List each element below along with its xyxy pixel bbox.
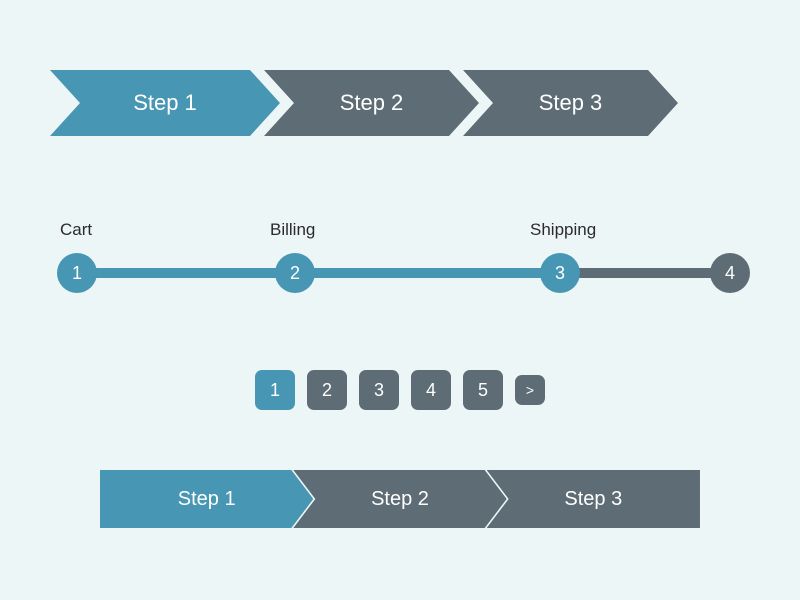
dot-node-1[interactable]: 1	[57, 253, 97, 293]
page-label: 1	[270, 380, 280, 401]
page-label: 4	[426, 380, 436, 401]
chevron-step-3[interactable]: Step 3	[463, 70, 678, 136]
bar-step-1[interactable]: Step 1	[100, 470, 313, 528]
pagination: 1 2 3 4 5 >	[0, 370, 800, 410]
chevron-step-label: Step 3	[539, 90, 603, 116]
dot-number: 3	[555, 263, 565, 284]
dot-number: 1	[72, 263, 82, 284]
dot-stepper: Cart 1 Billing 2 Shipping 3 4	[50, 220, 750, 300]
dot-label-shipping: Shipping	[530, 220, 596, 240]
page-2[interactable]: 2	[307, 370, 347, 410]
page-label: 3	[374, 380, 384, 401]
bar-stepper: Step 1 Step 2 Step 3	[100, 470, 700, 528]
dot-label-billing: Billing	[270, 220, 315, 240]
page-1[interactable]: 1	[255, 370, 295, 410]
bar-step-label: Step 1	[178, 488, 236, 511]
dot-node-2[interactable]: 2	[275, 253, 315, 293]
page-label: 2	[322, 380, 332, 401]
page-5[interactable]: 5	[463, 370, 503, 410]
bar-step-3[interactable]: Step 3	[487, 470, 700, 528]
page-4[interactable]: 4	[411, 370, 451, 410]
page-next[interactable]: >	[515, 375, 545, 405]
dot-node-3[interactable]: 3	[540, 253, 580, 293]
dot-label-cart: Cart	[60, 220, 92, 240]
bar-step-label: Step 2	[371, 488, 429, 511]
bar-step-label: Step 3	[564, 488, 622, 511]
chevron-stepper: Step 1 Step 2 Step 3	[50, 70, 662, 136]
chevron-step-label: Step 2	[340, 90, 404, 116]
dot-node-4[interactable]: 4	[710, 253, 750, 293]
dot-track-active	[65, 268, 575, 278]
chevron-right-icon: >	[526, 382, 534, 398]
page-3[interactable]: 3	[359, 370, 399, 410]
bar-step-2[interactable]: Step 2	[293, 470, 506, 528]
dot-number: 4	[725, 263, 735, 284]
dot-number: 2	[290, 263, 300, 284]
chevron-step-2[interactable]: Step 2	[264, 70, 479, 136]
page-label: 5	[478, 380, 488, 401]
chevron-step-1[interactable]: Step 1	[50, 70, 280, 136]
chevron-step-label: Step 1	[133, 90, 197, 116]
